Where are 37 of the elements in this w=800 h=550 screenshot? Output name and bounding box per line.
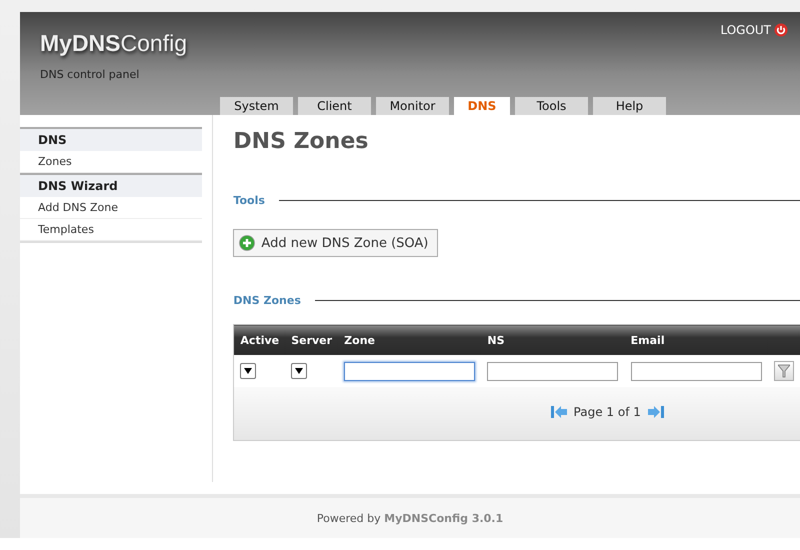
nav-tab[interactable]: Help xyxy=(593,97,666,115)
sidebar-item[interactable]: Add DNS Zone xyxy=(20,197,202,219)
filter-button[interactable] xyxy=(774,361,794,381)
last-page-icon[interactable] xyxy=(646,405,665,419)
plus-icon xyxy=(239,235,256,251)
dropdown-arrow-icon xyxy=(244,368,252,374)
filter-field[interactable] xyxy=(487,362,618,380)
column-header: Active xyxy=(240,334,280,346)
filter-dropdown[interactable] xyxy=(240,363,256,379)
first-page-icon[interactable] xyxy=(550,405,568,419)
dropdown-arrow-icon xyxy=(295,368,304,374)
nav-tab[interactable]: Monitor xyxy=(376,97,449,115)
section-title: Tools xyxy=(233,194,265,207)
app-subtitle: DNS control panel xyxy=(40,68,140,81)
column-header: Zone xyxy=(344,334,375,346)
nav-tab[interactable]: DNS xyxy=(454,97,510,115)
power-icon xyxy=(774,23,788,37)
filter-field[interactable] xyxy=(344,362,476,380)
column-header: Server xyxy=(291,334,332,346)
nav-tab[interactable]: System xyxy=(220,97,293,115)
sidebar-item[interactable]: Templates xyxy=(20,219,202,241)
filter-field[interactable] xyxy=(630,362,762,380)
filter-dropdown[interactable] xyxy=(291,363,308,379)
sidebar-heading: DNS xyxy=(20,127,202,151)
nav-tab[interactable]: Client xyxy=(298,97,371,115)
app-logo: MyDNSConfig xyxy=(40,30,187,57)
add-zone-button[interactable]: Add new DNS Zone (SOA) xyxy=(233,229,438,257)
page-indicator: Page 1 of 1 xyxy=(574,405,641,419)
funnel-icon xyxy=(778,364,790,378)
nav-tab[interactable]: Tools xyxy=(515,97,588,115)
section-title: DNS Zones xyxy=(233,294,301,307)
column-header: Email xyxy=(630,334,665,346)
sidebar-heading: DNS Wizard xyxy=(20,173,202,197)
column-header: NS xyxy=(487,334,505,346)
footer-text: Powered by MyDNSConfig 3.0.1 xyxy=(316,512,504,524)
page-title: DNS Zones xyxy=(233,129,370,154)
logout-link[interactable]: LOGOUT xyxy=(720,23,788,37)
